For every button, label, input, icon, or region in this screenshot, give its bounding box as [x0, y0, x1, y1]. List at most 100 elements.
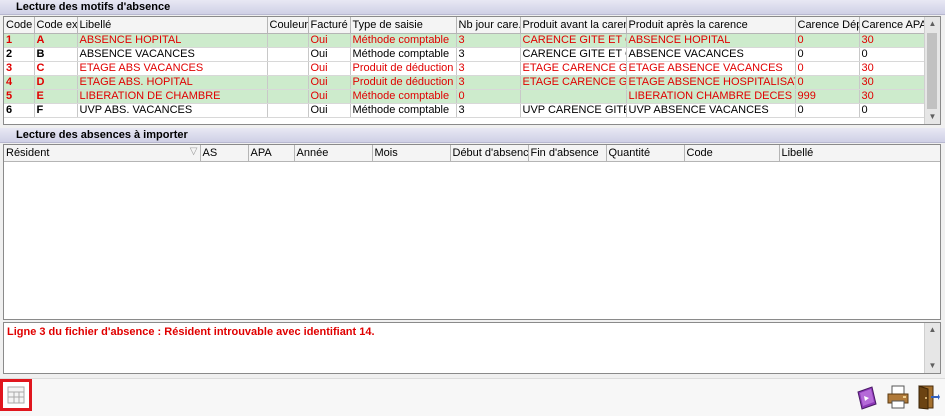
column-header[interactable]: Libellé — [77, 17, 268, 34]
table-cell: 0 — [859, 47, 925, 62]
table-cell: 6 — [4, 103, 35, 118]
filter-icon[interactable]: ▽ — [190, 146, 198, 157]
absences-grid[interactable]: Résident ▽ AS APA Année Mois Début d'absence Fi… — [3, 144, 941, 320]
table-cell: Produit de déduction — [350, 75, 457, 90]
column-header[interactable]: APA — [248, 145, 295, 162]
table-cell: 999 — [795, 89, 860, 104]
table-cell: ABSENCE HOPITAL — [626, 33, 796, 48]
column-header[interactable]: Début d'absence — [450, 145, 529, 162]
table-cell: Oui — [308, 75, 351, 90]
table-cell — [520, 89, 627, 104]
table-cell: B — [34, 47, 78, 62]
table-cell: Oui — [308, 33, 351, 48]
table-cell: 3 — [456, 75, 521, 90]
table-cell: 0 — [795, 103, 860, 118]
column-header[interactable]: Nb jour care... — [456, 17, 521, 34]
table-cell: CARENCE GITE ET COUVERT — [520, 33, 627, 48]
table-cell: CARENCE GITE ET COUVERT — [520, 47, 627, 62]
table-cell: 2 — [4, 47, 35, 62]
table-row[interactable]: 1 A ABSENCE HOPITAL Oui Méthode comptable 3 CA… — [4, 33, 925, 48]
table-icon-button[interactable] — [0, 379, 32, 411]
table-cell: LIBERATION CHAMBRE DECES — [626, 89, 796, 104]
import-book-icon[interactable] — [855, 384, 879, 410]
table-cell: 30 — [859, 89, 925, 104]
column-header[interactable]: AS — [200, 145, 249, 162]
table-cell: ABSENCE VACANCES — [626, 47, 796, 62]
table-cell: 3 — [456, 47, 521, 62]
table-row[interactable]: 2 B ABSENCE VACANCES Oui Méthode comptable 3 C… — [4, 47, 925, 62]
table-row[interactable]: 6 F UVP ABS. VACANCES Oui Méthode comptable 3… — [4, 103, 925, 118]
table-cell: 0 — [456, 89, 521, 104]
table-cell: ABSENCE VACANCES — [77, 47, 268, 62]
table-cell: ETAGE ABSENCE VACANCES — [626, 61, 796, 76]
column-header[interactable]: Mois — [372, 145, 451, 162]
absences-panel-title: Lecture des absences à importer — [0, 128, 945, 143]
column-header[interactable]: Produit après la carence — [626, 17, 796, 34]
column-header[interactable]: Carence APA — [859, 17, 925, 34]
table-cell: ABSENCE HOPITAL — [77, 33, 268, 48]
table-cell: D — [34, 75, 78, 90]
print-icon[interactable] — [886, 384, 910, 410]
table-cell: 30 — [859, 61, 925, 76]
exit-door-icon[interactable] — [916, 384, 940, 410]
motifs-scrollbar[interactable]: ▲ ▼ — [924, 17, 940, 124]
table-cell: 3 — [4, 61, 35, 76]
table-cell: 0 — [795, 47, 860, 62]
table-row[interactable]: 5 E LIBERATION DE CHAMBRE Oui Méthode compta… — [4, 89, 925, 104]
table-cell: UVP ABSENCE VACANCES — [626, 103, 796, 118]
table-row[interactable]: 3 C ETAGE ABS VACANCES Oui Produit de déduct… — [4, 61, 925, 76]
bottom-toolbar — [0, 378, 945, 416]
column-header[interactable]: Fin d'absence — [528, 145, 607, 162]
table-cell: 3 — [456, 61, 521, 76]
column-header[interactable]: Carence Dép. — [795, 17, 860, 34]
table-cell: ETAGE ABS. HOPITAL — [77, 75, 268, 90]
table-cell: 30 — [859, 33, 925, 48]
table-cell: Oui — [308, 103, 351, 118]
table-cell: 1 — [4, 33, 35, 48]
absences-table: Résident ▽ AS APA Année Mois Début d'absence Fi… — [4, 145, 940, 162]
table-cell: Méthode comptable — [350, 33, 457, 48]
column-header[interactable]: Code ext. — [34, 17, 78, 34]
column-header[interactable]: Résident ▽ — [4, 145, 201, 162]
table-cell: Méthode comptable — [350, 89, 457, 104]
table-cell — [267, 33, 309, 48]
motifs-grid[interactable]: CodeCode ext.LibelléCouleurFacturéType d… — [3, 16, 941, 125]
table-cell — [267, 75, 309, 90]
table-icon — [7, 386, 25, 404]
column-header[interactable]: Code — [4, 17, 35, 34]
message-area: Ligne 3 du fichier d'absence : Résident … — [3, 322, 941, 374]
table-cell: C — [34, 61, 78, 76]
table-cell: ETAGE CARENCE GITE ET — [520, 75, 627, 90]
table-cell: Produit de déduction — [350, 61, 457, 76]
table-cell: ETAGE CARENCE GITE ET — [520, 61, 627, 76]
table-cell: E — [34, 89, 78, 104]
table-cell: 0 — [795, 61, 860, 76]
table-row[interactable]: 4 D ETAGE ABS. HOPITAL Oui Produit de déduct… — [4, 75, 925, 90]
scroll-thumb[interactable] — [927, 33, 937, 109]
table-cell — [267, 47, 309, 62]
table-cell — [267, 89, 309, 104]
column-header[interactable]: Libellé — [779, 145, 940, 162]
table-cell: 0 — [859, 103, 925, 118]
column-header[interactable]: Type de saisie — [350, 17, 457, 34]
table-cell: A — [34, 33, 78, 48]
column-header[interactable]: Quantité — [606, 145, 685, 162]
motifs-panel-title: Lecture des motifs d'absence — [0, 0, 945, 15]
scroll-down-icon[interactable]: ▼ — [925, 359, 940, 373]
scroll-up-icon[interactable]: ▲ — [925, 17, 940, 31]
scroll-down-icon[interactable]: ▼ — [925, 110, 940, 124]
table-cell: 3 — [456, 103, 521, 118]
column-header[interactable]: Couleur — [267, 17, 309, 34]
message-scrollbar[interactable]: ▲ ▼ — [924, 323, 940, 373]
table-cell: LIBERATION DE CHAMBRE — [77, 89, 268, 104]
table-cell: 0 — [795, 33, 860, 48]
motifs-table: CodeCode ext.LibelléCouleurFacturéType d… — [4, 17, 925, 118]
column-header[interactable]: Code — [684, 145, 780, 162]
column-header[interactable]: Facturé — [308, 17, 351, 34]
table-cell: F — [34, 103, 78, 118]
column-header[interactable]: Année — [294, 145, 373, 162]
column-header[interactable]: Produit avant la carence — [520, 17, 627, 34]
table-cell: ETAGE ABS VACANCES — [77, 61, 268, 76]
scroll-up-icon[interactable]: ▲ — [925, 323, 940, 337]
table-cell: UVP CARENCE GITE ET COUVERT — [520, 103, 627, 118]
